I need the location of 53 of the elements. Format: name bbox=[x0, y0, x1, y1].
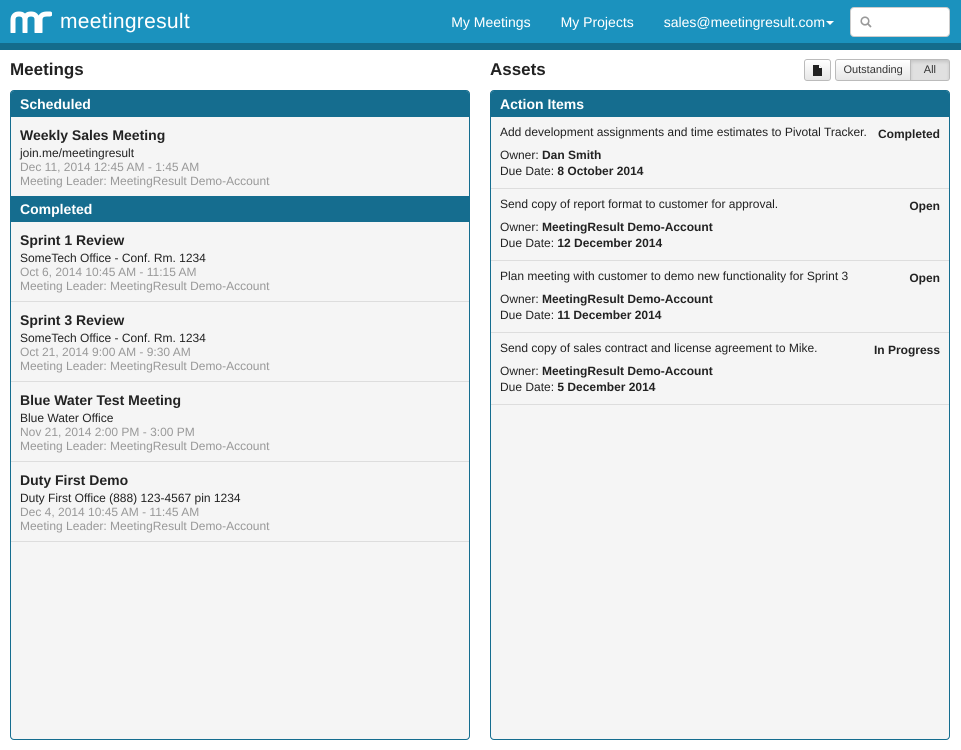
meeting-location: SomeTech Office - Conf. Rm. 1234 bbox=[20, 251, 207, 265]
action-owner: Owner: MeetingResult Demo-Account bbox=[500, 219, 714, 235]
action-status: In Progress bbox=[874, 343, 940, 357]
document-icon bbox=[813, 64, 822, 76]
meeting-leader: Meeting Leader: MeetingResult Demo-Account bbox=[20, 439, 270, 453]
meeting-leader: Meeting Leader: MeetingResult Demo-Account bbox=[20, 174, 270, 188]
action-owner: Owner: Dan Smith bbox=[500, 147, 602, 163]
meeting-time: Dec 11, 2014 12:45 AM - 1:45 AM bbox=[20, 160, 200, 174]
action-status: Open bbox=[909, 271, 940, 285]
meeting-leader: Meeting Leader: MeetingResult Demo-Account bbox=[20, 519, 270, 533]
filter-toggle[interactable]: All bbox=[910, 59, 950, 81]
meeting-title[interactable]: Weekly Sales Meeting bbox=[20, 127, 460, 143]
section-title: Assets bbox=[490, 60, 547, 80]
panel-header: Action Items bbox=[491, 91, 949, 117]
action-due-date: Due Date: 8 October 2014 bbox=[500, 163, 644, 179]
action-status: Open bbox=[909, 199, 940, 213]
action-owner: Owner: MeetingResult Demo-Account bbox=[500, 291, 714, 307]
meeting-time: Oct 6, 2014 10:45 AM - 11:15 AM bbox=[20, 265, 198, 279]
action-description: Send copy of sales contract and license agreement to Mike. bbox=[500, 341, 819, 357]
meeting-location: Duty First Office (888) 123-4567 pin 1234 bbox=[20, 491, 242, 505]
meeting-location: SomeTech Office - Conf. Rm. 1234 bbox=[20, 331, 207, 345]
nav-link[interactable]: My Meetings bbox=[451, 14, 531, 30]
nav-link[interactable]: My Projects bbox=[560, 14, 634, 30]
export-button[interactable] bbox=[804, 59, 832, 81]
action-due-date: Due Date: 12 December 2014 bbox=[500, 235, 664, 251]
meeting-title[interactable]: Sprint 3 Review bbox=[20, 312, 460, 328]
section-title: Meetings bbox=[10, 60, 84, 80]
group-header: Scheduled bbox=[11, 91, 469, 117]
search-icon bbox=[860, 16, 872, 28]
meeting-title[interactable]: Sprint 1 Review bbox=[20, 232, 460, 248]
meeting-location: join.me/meetingresult bbox=[20, 146, 136, 160]
action-description: Add development assignments and time estimates to Pivotal Tracker. bbox=[500, 125, 868, 141]
search-field[interactable] bbox=[850, 6, 950, 36]
meeting-leader: Meeting Leader: MeetingResult Demo-Account bbox=[20, 279, 270, 293]
meeting-time: Dec 4, 2014 10:45 AM - 11:45 AM bbox=[20, 505, 200, 519]
logo-icon bbox=[10, 10, 52, 32]
meeting-time: Oct 21, 2014 9:00 AM - 9:30 AM bbox=[20, 345, 192, 359]
meeting-title[interactable]: Blue Water Test Meeting bbox=[20, 392, 460, 408]
meeting-time: Nov 21, 2014 2:00 PM - 3:00 PM bbox=[20, 425, 196, 439]
action-description: Plan meeting with customer to demo new functionality for Sprint 3 bbox=[500, 269, 850, 285]
filter-toggle[interactable]: Outstanding bbox=[835, 59, 911, 81]
meeting-title[interactable]: Duty First Demo bbox=[20, 472, 460, 488]
meeting-leader: Meeting Leader: MeetingResult Demo-Account bbox=[20, 359, 270, 373]
group-header: Completed bbox=[11, 196, 469, 222]
action-due-date: Due Date: 11 December 2014 bbox=[500, 307, 662, 323]
caret-icon bbox=[826, 20, 834, 25]
meeting-location: Blue Water Office bbox=[20, 411, 114, 425]
account-menu[interactable]: sales@meetingresult.com bbox=[664, 14, 834, 30]
brand-name[interactable]: meetingresult bbox=[60, 10, 190, 34]
action-status: Completed bbox=[878, 127, 940, 141]
action-owner: Owner: MeetingResult Demo-Account bbox=[500, 363, 714, 379]
action-due-date: Due Date: 5 December 2014 bbox=[500, 379, 656, 395]
action-description: Send copy of report format to customer for approval. bbox=[500, 197, 780, 213]
